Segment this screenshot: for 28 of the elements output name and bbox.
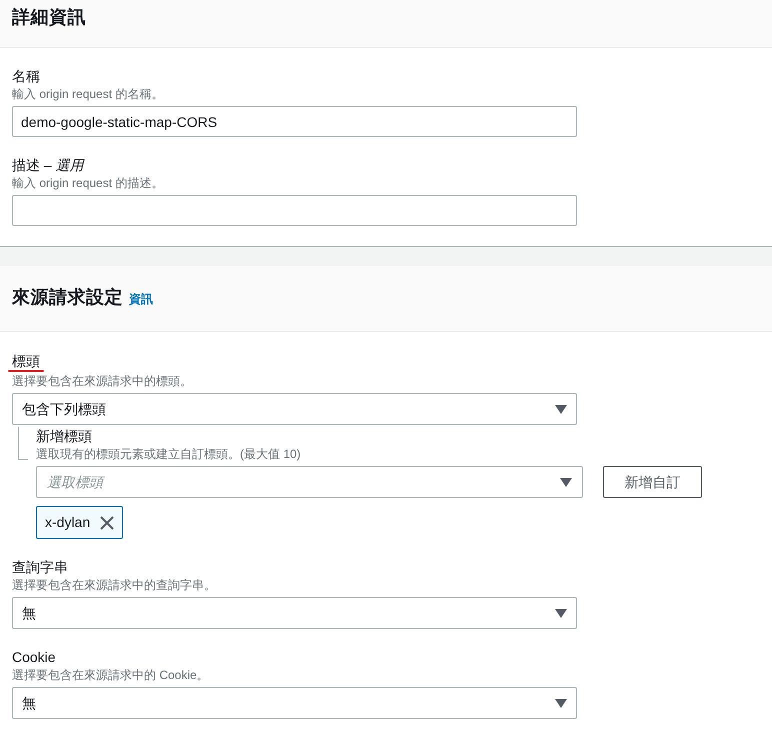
caret-icon [555, 404, 567, 414]
field-label: Cookie [12, 648, 56, 666]
add-custom-button[interactable]: 新增自訂 [603, 466, 702, 498]
text-field[interactable] [12, 195, 577, 226]
field-hint: 輸入 origin request 的名稱。 [12, 86, 164, 102]
caret-icon [555, 608, 567, 618]
info-link[interactable]: 資訊 [129, 290, 153, 308]
section-title: 來源請求設定 [12, 286, 123, 309]
field-label: 查詢字串 [12, 558, 68, 576]
tag-label: x-dylan [45, 513, 90, 532]
field-label: 標頭 [12, 352, 40, 370]
tree-connector [18, 427, 28, 460]
select-field[interactable]: 無 [12, 597, 577, 629]
field-hint: 選擇要包含在來源請求中的標頭。 [12, 373, 193, 389]
field-hint: 選擇要包含在來源請求中的 Cookie。 [12, 667, 210, 683]
caret-icon [555, 698, 567, 708]
field-hint: 選取現有的標頭元素或建立自訂標頭。(最大值 10) [36, 446, 302, 462]
field-hint: 輸入 origin request 的描述。 [12, 175, 164, 191]
field-label: 新增標頭 [36, 427, 92, 445]
remove-icon[interactable] [100, 516, 114, 530]
select-field[interactable]: 包含下列標頭 [12, 393, 577, 425]
field-label: 名稱 [12, 67, 40, 85]
caret-icon [560, 478, 572, 486]
field-hint: 選擇要包含在來源請求中的查詢字串。 [12, 577, 217, 593]
text-field[interactable]: demo-google-static-map-CORS [12, 106, 577, 137]
field-label: 描述 – 選用 [12, 156, 84, 174]
select-field[interactable]: 無 [12, 687, 577, 719]
section-title: 詳細資訊 [12, 6, 86, 29]
